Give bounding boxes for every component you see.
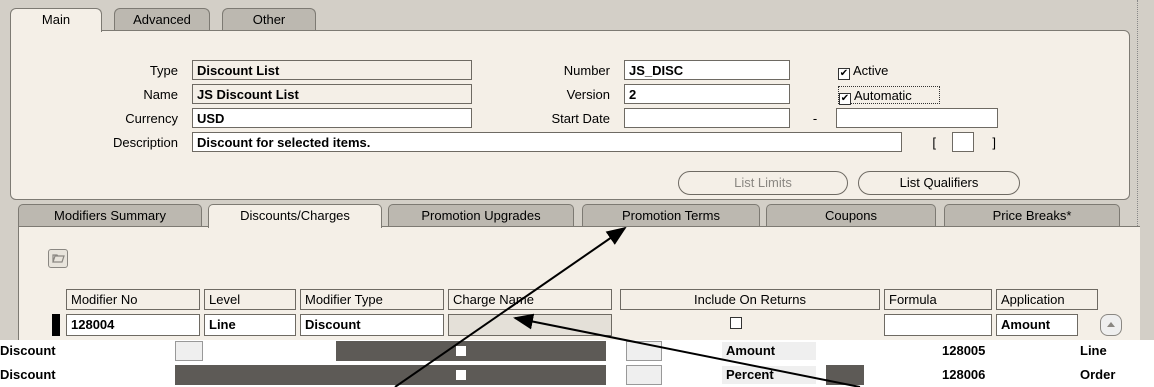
tab-main[interactable]: Main bbox=[10, 8, 102, 32]
annotation-arrows bbox=[394, 226, 861, 387]
arrow-to-charge-name bbox=[513, 313, 861, 387]
arrow-to-promotion-terms bbox=[394, 226, 627, 387]
tab-discounts-charges[interactable]: Discounts/Charges bbox=[208, 204, 382, 228]
